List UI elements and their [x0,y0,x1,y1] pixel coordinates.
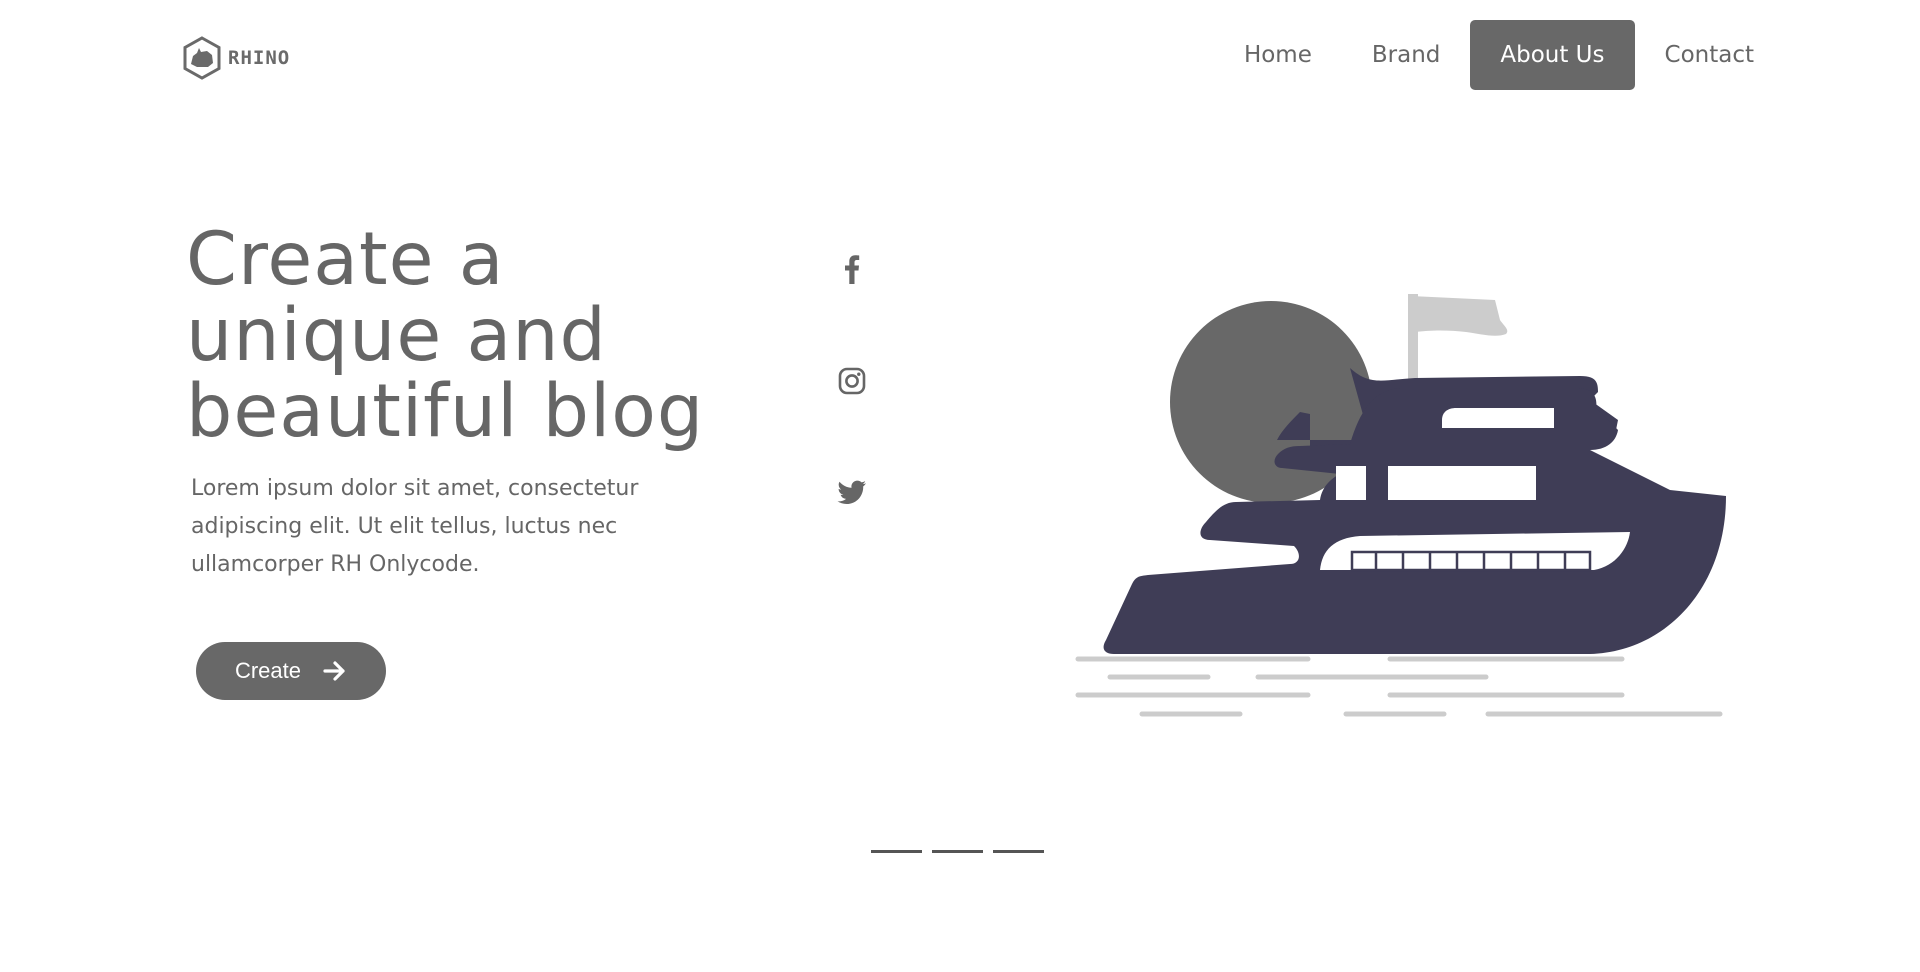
arrow-right-icon [323,661,345,681]
rhino-hexagon-icon [183,36,221,80]
nav-item-brand[interactable]: Brand [1342,20,1471,90]
hero-title: Create a unique and beautiful blog [186,222,806,450]
yacht-illustration [1075,294,1726,717]
hero-description: Lorem ipsum dolor sit amet, consectetur … [191,476,639,577]
landing-page: RHINO Home Brand About Us Contact Create… [0,0,1920,972]
twitter-link[interactable] [837,478,867,508]
main-nav: Home Brand About Us Contact [1214,20,1784,90]
brand-name: RHINO [228,47,291,69]
twitter-icon [837,480,866,504]
brand-logo[interactable]: RHINO [182,36,290,80]
slider-pagination [871,850,1044,853]
instagram-icon [838,367,866,395]
pagination-dot[interactable] [871,850,922,853]
facebook-link[interactable] [837,254,867,284]
create-button[interactable]: Create [196,642,386,700]
nav-item-home[interactable]: Home [1214,20,1342,90]
pagination-dot[interactable] [932,850,983,853]
nav-item-contact[interactable]: Contact [1635,20,1784,90]
instagram-link[interactable] [837,366,867,396]
facebook-icon [845,255,860,284]
water-lines [1075,656,1723,717]
hero-title-line-3: beautiful blog [186,369,705,454]
create-button-label: Create [234,658,302,683]
nav-item-about-us[interactable]: About Us [1470,20,1635,90]
flag-icon [1408,294,1508,390]
hero-title-line-1: Create a [186,217,505,302]
hero-title-line-2: unique and [186,293,607,378]
pagination-dot[interactable] [993,850,1044,853]
